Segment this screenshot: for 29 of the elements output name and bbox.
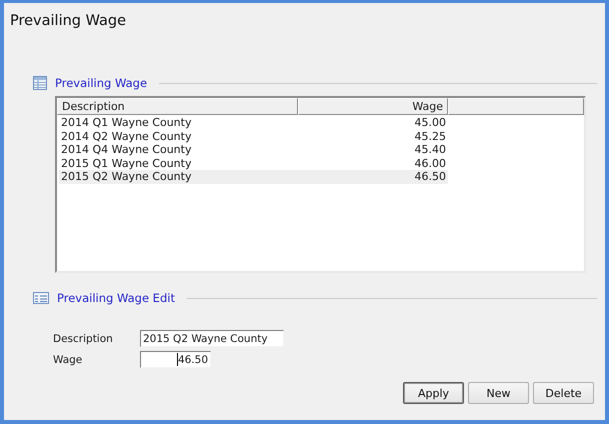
- table-row[interactable]: 2015 Q1 Wayne County 46.00: [59, 156, 448, 170]
- table-row[interactable]: 2014 Q2 Wayne County 45.25: [59, 130, 448, 143]
- action-button[interactable]: Apply: [403, 382, 464, 404]
- table-cell-text: 45.00: [414, 116, 446, 130]
- field-label: Wage: [53, 354, 84, 366]
- table-cell-text: 2014 Q4 Wayne County: [60, 143, 192, 156]
- column-header[interactable]: Wage: [298, 98, 448, 115]
- table-row[interactable]: 2014 Q4 Wayne County 45.40: [59, 143, 448, 156]
- table-cell-text: 46.00: [414, 156, 446, 170]
- wage-field[interactable]: 46.50: [140, 351, 211, 368]
- action-button[interactable]: Delete: [533, 382, 594, 404]
- table-cell-text: 2015 Q2 Wayne County: [60, 170, 192, 184]
- table-cell-text: 2014 Q1 Wayne County: [60, 116, 192, 130]
- table-cell-text: 45.25: [414, 130, 446, 143]
- table-cell-text: 46.50: [414, 170, 446, 184]
- description-field[interactable]: 2015 Q2 Wayne County: [140, 330, 284, 347]
- table-icon: [33, 76, 47, 90]
- table-row[interactable]: 2014 Q1 Wayne County 45.00: [59, 116, 448, 130]
- section-title: Prevailing Wage: [55, 76, 148, 90]
- action-button[interactable]: New: [468, 382, 529, 404]
- table-row[interactable]: 2015 Q2 Wayne County 46.50: [59, 170, 448, 184]
- window-title: Prevailing Wage: [9, 12, 128, 31]
- field-label: Description: [53, 332, 114, 344]
- table-cell-text: 2015 Q1 Wayne County: [60, 156, 192, 170]
- table-cell-text: 2014 Q2 Wayne County: [60, 130, 192, 143]
- form-icon: [33, 292, 49, 304]
- column-header[interactable]: Description: [57, 98, 298, 115]
- table-cell-text: 45.40: [414, 143, 446, 156]
- section-title: Prevailing Wage Edit: [57, 291, 175, 305]
